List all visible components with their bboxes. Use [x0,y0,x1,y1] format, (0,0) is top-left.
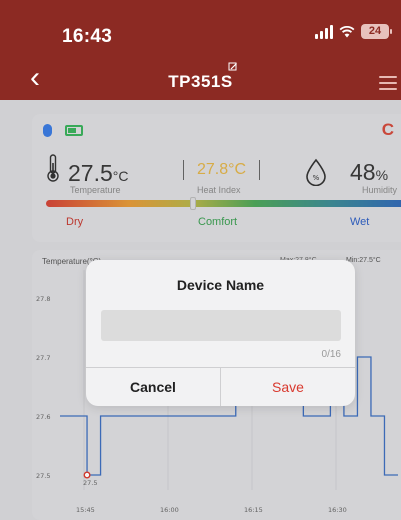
battery-indicator: 24 [361,24,392,39]
save-button[interactable]: Save [221,368,355,406]
nav-bar: ‹ TP351S [0,56,401,100]
device-name-input[interactable] [101,310,341,341]
cellular-signal-icon [315,24,333,39]
dialog-title: Device Name [176,277,265,293]
device-name-dialog: Device Name 0/16 Cancel Save [86,260,355,406]
edit-pencil-icon[interactable] [228,62,238,72]
status-bar: 16:43 24 [0,0,401,56]
device-title[interactable]: TP351S [0,72,401,92]
status-icons: 24 [315,24,392,39]
menu-icon[interactable] [379,76,397,94]
status-time: 16:43 [62,26,113,47]
character-count: 0/16 [321,349,341,360]
cancel-button[interactable]: Cancel [86,368,220,406]
app-screen: 16:43 24 ‹ TP351S C 27.5°C Temperature 2… [0,0,401,520]
wifi-icon [339,25,355,38]
